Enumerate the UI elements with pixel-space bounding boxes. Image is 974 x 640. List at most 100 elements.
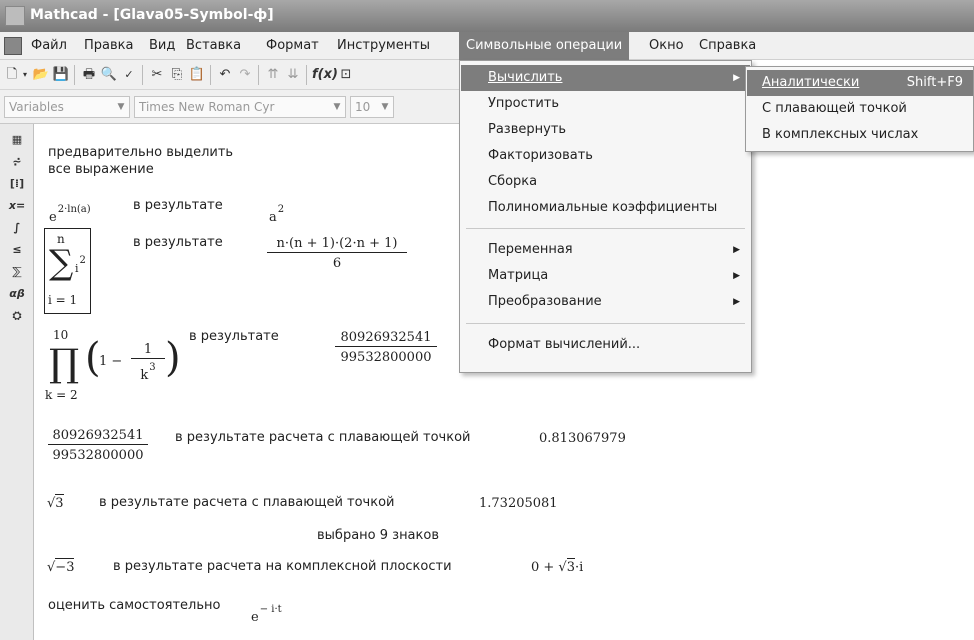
sqrt-minus3-expression[interactable]: √−3 [47,558,75,575]
chevron-right-icon: ▶ [733,245,740,255]
menu-item-factor[interactable]: Факторизовать [461,143,750,169]
chevron-down-icon: ▼ [333,102,341,112]
result-label: в результате [133,198,223,213]
font-combo[interactable]: Times New Roman Cyr ▼ [134,96,346,118]
chevron-right-icon: ▶ [733,73,740,83]
evaluate-submenu: Аналитически Shift+F9 С плавающей точкой … [745,66,974,152]
calculator-palette-icon[interactable]: ▦ [6,130,28,150]
redo-icon[interactable]: ↷ [236,65,254,85]
shortcut-label: Shift+F9 [906,75,963,90]
toolbar-separator [210,65,211,85]
menu-help[interactable]: Справка [692,32,763,60]
menu-file[interactable]: Файл [24,32,74,60]
toolbar-separator [142,65,143,85]
sum-lower-limit: i = 1 [48,293,78,307]
result-a-squared: a2 [269,204,285,225]
exp-minus-it-expression[interactable]: e− i·t [251,604,282,625]
style-combo-value: Variables [9,100,64,114]
boolean-palette-icon[interactable]: ≤ [6,240,28,260]
menu-item-variable[interactable]: Переменная ▶ [461,237,750,263]
menu-tools[interactable]: Инструменты [330,32,437,60]
sqrt3-expression[interactable]: √3 [47,494,64,511]
menu-bar: Файл Правка Вид Вставка Формат Инструмен… [0,32,974,60]
submenu-item-complex[interactable]: В комплексных числах [747,122,973,148]
fraction-expression[interactable]: 80926932541 99532800000 [48,428,148,463]
print-preview-icon[interactable]: 🔍 [100,65,118,85]
complex-result-value: 0 + √3·i [531,558,584,575]
style-combo[interactable]: Variables ▼ [4,96,130,118]
submenu-item-symbolically[interactable]: Аналитически Shift+F9 [747,70,973,96]
intro-text-line1: предварительно выделить [48,145,234,160]
intro-text-line2: все выражение [48,162,154,177]
align-across-icon[interactable]: ⇈ [264,65,282,85]
symbolic-palette-icon[interactable]: ⛭ [6,306,28,326]
fraction-denominator: 6 [332,256,342,271]
print-icon[interactable]: 🖶 [80,65,98,85]
open-icon[interactable]: 📂 [32,65,50,85]
sum-expression-box[interactable]: n ∑ i2 i = 1 [44,228,91,314]
menu-view[interactable]: Вид [142,32,182,60]
save-icon[interactable]: 💾 [52,65,70,85]
cut-icon[interactable]: ✂ [148,65,166,85]
menu-item-polynomial-coefficients[interactable]: Полиномиальные коэффициенты [461,195,750,221]
menu-separator [466,228,745,229]
menu-symbolic[interactable]: Символьные операции [459,32,630,60]
menu-edit[interactable]: Правка [77,32,140,60]
align-down-icon[interactable]: ⇊ [284,65,302,85]
sum-term: i2 [75,255,86,275]
submenu-item-floating-point[interactable]: С плавающей точкой [747,96,973,122]
product-lower-limit: k = 2 [45,388,78,402]
font-combo-value: Times New Roman Cyr [139,100,275,114]
sqrt3-result-value: 1.73205081 [479,496,558,511]
calculus-palette-icon[interactable]: ∫ [6,218,28,238]
chevron-right-icon: ▶ [733,271,740,281]
float-result-label: в результате расчета с плавающей точкой [99,495,395,510]
toolbar-separator [74,65,75,85]
menu-insert[interactable]: Вставка [179,32,248,60]
complex-result-label: в результате расчета на комплексной плос… [113,559,452,574]
menu-window[interactable]: Окно [642,32,691,60]
graph-palette-icon[interactable]: ⩫ [6,152,28,172]
menu-item-matrix[interactable]: Матрица ▶ [461,263,750,289]
size-combo[interactable]: 10 ▼ [350,96,394,118]
digits-note: выбрано 9 знаков [317,528,439,543]
product-expression[interactable]: 10 ∏ k = 2 ( 1 − 1 k3 ) [45,328,185,410]
menu-item-expand[interactable]: Развернуть [461,117,750,143]
programming-palette-icon[interactable]: ⅀ [6,262,28,282]
insert-function-icon[interactable]: f(x) [312,65,338,85]
window-title: Mathcad - [Glava05-Symbol-ф] [30,7,274,23]
paste-icon[interactable]: 📋 [188,65,206,85]
chevron-down-icon: ▼ [381,102,389,112]
app-icon [5,6,25,26]
menu-item-evaluation-format[interactable]: Формат вычислений... [461,332,750,358]
float-result-value: 0.813067979 [539,431,626,446]
size-combo-value: 10 [355,100,371,114]
product-inner-fraction: 1 k3 [131,342,165,383]
toolbar-separator [258,65,259,85]
menu-format[interactable]: Формат [259,32,326,60]
matrix-palette-icon[interactable]: [⁞] [6,174,28,194]
greek-palette-icon[interactable]: αβ [6,284,28,304]
insert-unit-icon[interactable]: ⊡ [336,65,356,85]
evaluation-palette-icon[interactable]: x= [6,196,28,216]
right-paren: ) [165,335,181,381]
menu-item-transform[interactable]: Преобразование ▶ [461,289,750,315]
spell-check-icon[interactable]: ✓ [120,65,138,85]
new-dropdown-icon[interactable]: ▾ [20,65,30,85]
undo-icon[interactable]: ↶ [216,65,234,85]
expression-exp-ln[interactable]: e2·ln(a) [49,204,91,225]
product-term-prefix: 1 − [99,354,123,369]
result-label: в результате [189,329,279,344]
result-label: в результате [133,235,223,250]
sigma-symbol: ∑ [49,243,74,283]
menu-item-simplify[interactable]: Упростить [461,91,750,117]
math-palette: ▦ ⩫ [⁞] x= ∫ ≤ ⅀ αβ ⛭ [0,124,34,640]
new-icon[interactable]: 🗋 [4,65,20,85]
chevron-right-icon: ▶ [733,297,740,307]
menu-separator [466,323,745,324]
copy-icon[interactable]: ⎘ [168,65,186,85]
menu-item-collect[interactable]: Сборка [461,169,750,195]
menu-item-evaluate[interactable]: Вычислить ▶ [461,65,750,91]
document-icon[interactable] [4,37,22,55]
formatting-toolbar: Variables ▼ Times New Roman Cyr ▼ 10 ▼ [0,90,462,124]
